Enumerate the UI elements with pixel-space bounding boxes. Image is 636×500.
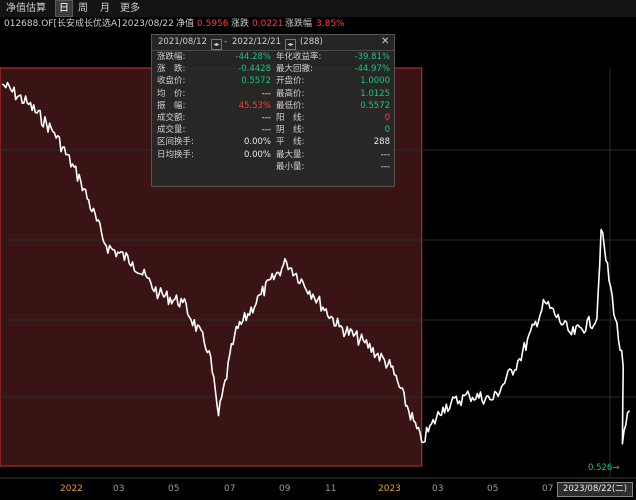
data-point bbox=[621, 442, 624, 445]
data-point bbox=[182, 301, 184, 304]
left-label: 均 价: bbox=[157, 88, 186, 99]
right-label: 最低价: bbox=[276, 100, 305, 111]
data-point bbox=[596, 317, 598, 320]
left-label: 成交量: bbox=[157, 125, 186, 136]
data-point bbox=[79, 180, 82, 182]
data-point bbox=[363, 341, 366, 344]
right-value: --- bbox=[380, 149, 390, 160]
x-tick-label: 2023 bbox=[378, 484, 401, 494]
panel-start-date[interactable]: 2021/08/12 bbox=[158, 37, 207, 47]
data-point bbox=[131, 261, 134, 263]
left-value: --- bbox=[261, 88, 271, 99]
right-label: 最小量: bbox=[276, 161, 305, 172]
x-tick-label: 07 bbox=[542, 484, 554, 494]
right-label: 平 线: bbox=[276, 137, 305, 148]
interval-stats-panel: 2021/08/12 ◂▸ - 2022/12/21 ◂▸ (288) ✕ 涨跌… bbox=[151, 34, 395, 187]
chevron-left-right-icon[interactable]: ◂▸ bbox=[285, 39, 296, 50]
x-tick-label: 09 bbox=[279, 484, 291, 494]
data-point bbox=[233, 333, 236, 336]
data-point bbox=[285, 261, 288, 263]
left-value: --- bbox=[261, 125, 271, 136]
data-point bbox=[208, 350, 210, 352]
right-value: 1.0000 bbox=[360, 76, 390, 87]
right-value: -39.81% bbox=[354, 52, 390, 62]
data-point bbox=[53, 131, 56, 134]
x-tick-label: 07 bbox=[224, 484, 236, 494]
right-value: 0 bbox=[384, 125, 390, 136]
right-label: 开盘价: bbox=[276, 76, 305, 87]
data-point bbox=[260, 293, 262, 296]
x-tick-label: 03 bbox=[113, 484, 125, 494]
data-point bbox=[28, 103, 30, 106]
x-tick-label: 03 bbox=[432, 484, 444, 494]
data-point bbox=[442, 406, 444, 409]
data-point bbox=[105, 245, 108, 247]
data-point bbox=[492, 398, 494, 401]
crosshair-date-badge: 2023/08/22(二) bbox=[557, 482, 633, 497]
data-point bbox=[420, 441, 423, 443]
left-value: 0.5572 bbox=[241, 76, 271, 87]
left-value: -0.4428 bbox=[238, 64, 271, 75]
data-point bbox=[217, 414, 220, 417]
right-value: --- bbox=[380, 161, 390, 172]
data-point bbox=[518, 358, 521, 360]
x-tick-label: 2022 bbox=[60, 484, 83, 494]
data-point bbox=[600, 228, 602, 231]
chevron-left-right-icon[interactable]: ◂▸ bbox=[211, 39, 222, 50]
left-value: -44.28% bbox=[235, 52, 271, 62]
left-value: 45.53% bbox=[238, 100, 271, 111]
right-label: 最高价: bbox=[276, 88, 305, 99]
left-value: 0.00% bbox=[243, 137, 271, 148]
panel-date-sep: - bbox=[224, 37, 228, 47]
data-point bbox=[628, 410, 630, 412]
last-value-label: 0.526→ bbox=[588, 463, 620, 473]
right-value: -44.97% bbox=[354, 64, 390, 75]
x-tick-label: 05 bbox=[487, 484, 499, 494]
right-value: 1.0125 bbox=[360, 88, 390, 99]
right-value: 288 bbox=[373, 137, 390, 148]
x-tick-label: 05 bbox=[168, 484, 180, 494]
data-point bbox=[1, 83, 4, 86]
panel-header: 2021/08/12 ◂▸ - 2022/12/21 ◂▸ (288) ✕ bbox=[152, 35, 394, 51]
data-point bbox=[622, 366, 625, 368]
right-value: 0.5572 bbox=[360, 100, 390, 111]
left-label: 涨跌幅: bbox=[157, 52, 186, 62]
x-tick-label: 11 bbox=[325, 484, 337, 494]
close-icon[interactable]: ✕ bbox=[381, 36, 389, 47]
data-point bbox=[338, 325, 341, 328]
data-point bbox=[390, 366, 392, 368]
panel-days: (288) bbox=[300, 37, 323, 47]
left-value: --- bbox=[261, 113, 271, 123]
left-label: 振 幅: bbox=[157, 100, 186, 111]
left-value: 0.00% bbox=[243, 149, 271, 160]
data-point bbox=[158, 293, 160, 296]
right-label: 阴 线: bbox=[276, 125, 305, 136]
data-point bbox=[468, 394, 471, 397]
data-point bbox=[312, 293, 314, 296]
right-value: 0 bbox=[384, 113, 390, 123]
data-point bbox=[570, 333, 573, 336]
left-label: 收盘价: bbox=[157, 76, 186, 87]
left-label: 涨 跌: bbox=[157, 64, 186, 75]
right-label: 最大量: bbox=[276, 149, 305, 160]
left-label: 成交额: bbox=[157, 113, 186, 123]
data-point bbox=[544, 301, 546, 304]
right-label: 阳 线: bbox=[276, 113, 305, 123]
panel-end-date[interactable]: 2022/12/21 bbox=[232, 37, 281, 47]
